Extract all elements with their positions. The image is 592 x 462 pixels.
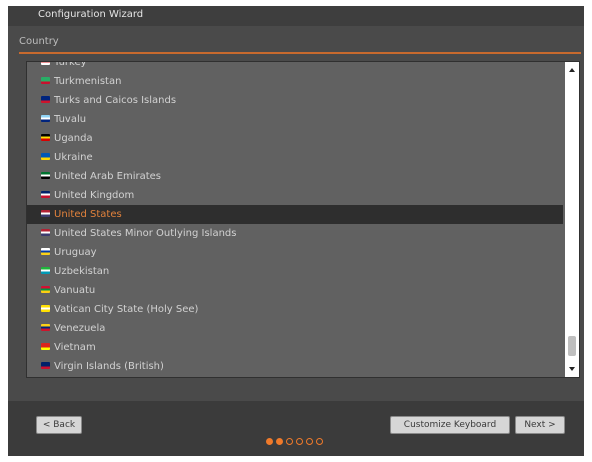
progress-dot-filled xyxy=(266,438,273,445)
progress-dot-filled xyxy=(276,438,283,445)
section-label: Country xyxy=(19,36,59,47)
flag-icon xyxy=(41,267,50,274)
country-label: Virgin Islands (British) xyxy=(54,361,164,372)
country-list-item[interactable]: Venezuela xyxy=(27,319,563,338)
vertical-scrollbar[interactable] xyxy=(565,62,579,377)
country-label: United Arab Emirates xyxy=(54,171,162,182)
scroll-up-icon[interactable] xyxy=(569,68,575,72)
country-label: Venezuela xyxy=(54,323,106,334)
country-list-item[interactable]: Vanuatu xyxy=(27,281,563,300)
country-list-item[interactable]: Uganda xyxy=(27,129,563,148)
flag-icon xyxy=(41,62,50,65)
country-label: United States Minor Outlying Islands xyxy=(54,228,237,239)
flag-icon xyxy=(41,362,50,369)
country-list-item[interactable]: United States xyxy=(27,205,563,224)
flag-icon xyxy=(41,286,50,293)
wizard-footer: < Back Customize Keyboard Next > xyxy=(8,401,584,456)
country-label: Ukraine xyxy=(54,152,93,163)
flag-icon xyxy=(41,248,50,255)
country-label: Turkmenistan xyxy=(54,76,122,87)
flag-icon xyxy=(41,96,50,103)
progress-dot-empty xyxy=(306,438,313,445)
country-list-item[interactable]: Ukraine xyxy=(27,148,563,167)
flag-icon xyxy=(41,343,50,350)
progress-dot-empty xyxy=(316,438,323,445)
country-label: Vatican City State (Holy See) xyxy=(54,304,199,315)
flag-icon xyxy=(41,115,50,122)
country-list-item[interactable]: Vietnam xyxy=(27,338,563,357)
customize-keyboard-button[interactable]: Customize Keyboard xyxy=(390,416,510,434)
country-list-item[interactable]: United Arab Emirates xyxy=(27,167,563,186)
window-title: Configuration Wizard xyxy=(38,9,144,20)
country-label: Turks and Caicos Islands xyxy=(54,95,177,106)
country-list-items: Turkey Turkmenistan Turks and Caicos Islan… xyxy=(27,61,563,376)
flag-icon xyxy=(41,229,50,236)
country-list-item[interactable]: United Kingdom xyxy=(27,186,563,205)
flag-icon xyxy=(41,153,50,160)
country-list-item[interactable]: United States Minor Outlying Islands xyxy=(27,224,563,243)
progress-dot-empty xyxy=(296,438,303,445)
country-list-item[interactable]: Uruguay xyxy=(27,243,563,262)
title-bar: Configuration Wizard xyxy=(8,6,584,26)
country-label: Tuvalu xyxy=(54,114,87,125)
wizard-window: Configuration Wizard Country Turkey Turkm… xyxy=(8,6,584,456)
scroll-down-icon[interactable] xyxy=(569,367,575,371)
scrollbar-thumb[interactable] xyxy=(568,336,576,356)
country-list-item[interactable]: Uzbekistan xyxy=(27,262,563,281)
country-list-item[interactable]: Virgin Islands (British) xyxy=(27,357,563,376)
flag-icon xyxy=(41,172,50,179)
country-label: Turkey xyxy=(54,61,87,68)
flag-icon xyxy=(41,77,50,84)
flag-icon xyxy=(41,305,50,312)
country-label: Uruguay xyxy=(54,247,97,258)
country-list[interactable]: Turkey Turkmenistan Turks and Caicos Islan… xyxy=(26,61,580,378)
flag-icon xyxy=(41,191,50,198)
country-label: United Kingdom xyxy=(54,190,135,201)
country-list-item[interactable]: Vatican City State (Holy See) xyxy=(27,300,563,319)
country-label: Vanuatu xyxy=(54,285,96,296)
country-list-item[interactable]: Tuvalu xyxy=(27,110,563,129)
flag-icon xyxy=(41,324,50,331)
country-list-item[interactable]: Turkey xyxy=(27,61,563,72)
flag-icon xyxy=(41,210,50,217)
country-label: Vietnam xyxy=(54,342,96,353)
country-label: Uzbekistan xyxy=(54,266,110,277)
country-label: United States xyxy=(54,209,122,220)
country-list-item[interactable]: Turkmenistan xyxy=(27,72,563,91)
next-button[interactable]: Next > xyxy=(515,416,565,434)
back-button[interactable]: < Back xyxy=(36,416,82,434)
country-list-item[interactable]: Turks and Caicos Islands xyxy=(27,91,563,110)
country-label: Uganda xyxy=(54,133,93,144)
progress-dot-empty xyxy=(286,438,293,445)
section-divider xyxy=(19,52,581,54)
flag-icon xyxy=(41,134,50,141)
